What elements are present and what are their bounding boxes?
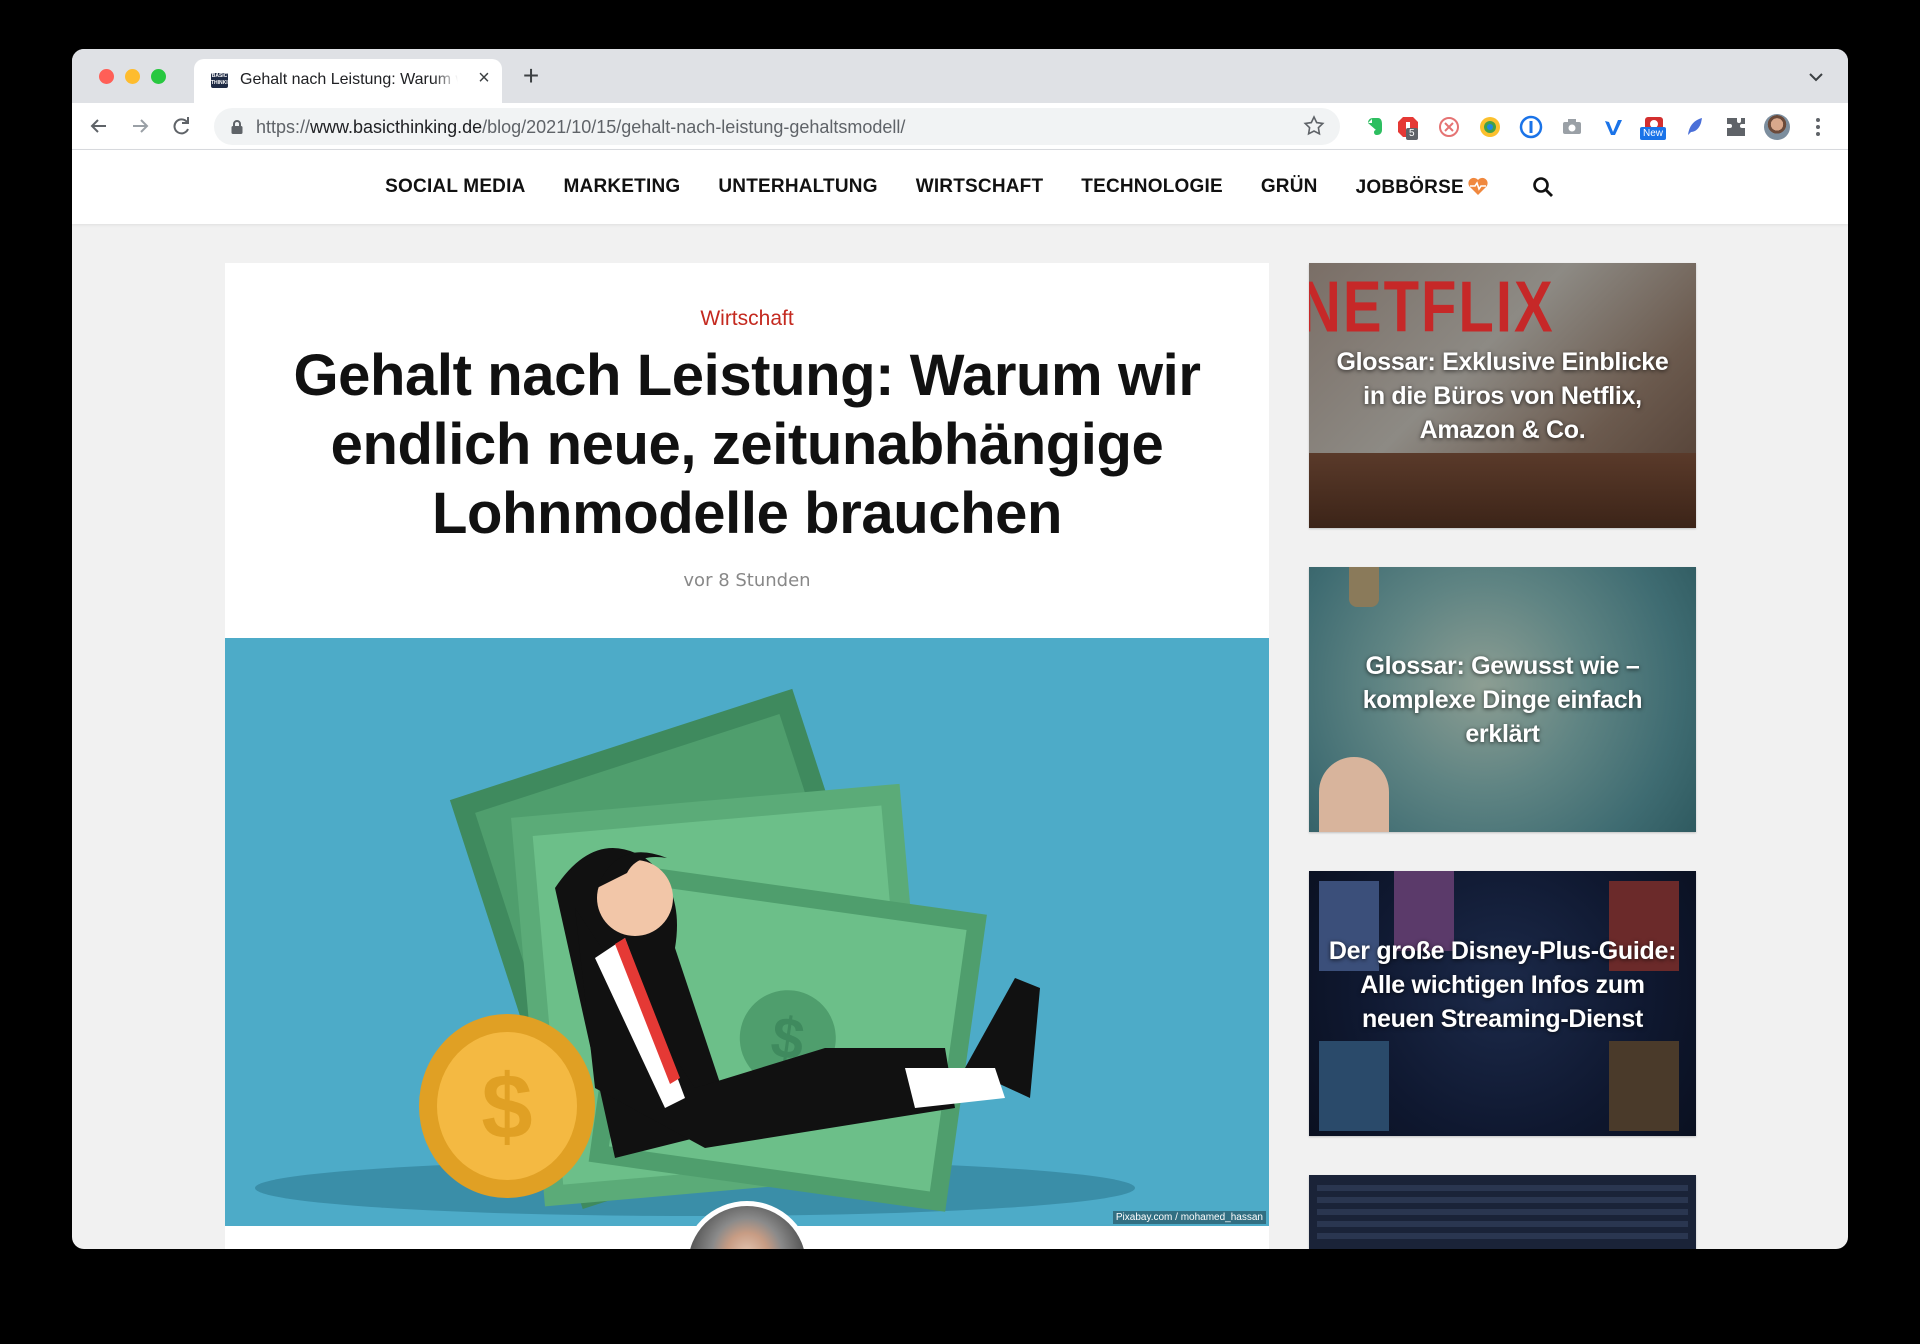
hero-illustration: $ $ [255, 688, 1135, 1216]
lock-icon[interactable] [230, 119, 244, 135]
poster-tile [1609, 1041, 1679, 1131]
url-path: /blog/2021/10/15/gehalt-nach-leistung-ge… [482, 117, 906, 137]
image-credit: Pixabay.com / mohamed_hassan [1112, 1211, 1266, 1224]
vimeo-icon[interactable] [1600, 114, 1626, 140]
tab-strip: BASIC THINKING Gehalt nach Leistung: War… [72, 49, 1848, 103]
address-bar[interactable]: https://www.basicthinking.de/blog/2021/1… [214, 108, 1340, 145]
reception-desk [1309, 453, 1696, 528]
chrome-extension-icon[interactable] [1477, 114, 1503, 140]
url-text: https://www.basicthinking.de/blog/2021/1… [256, 117, 905, 138]
sidebar-card-title: Glossar: Gewusst wie – komplexe Dinge ei… [1362, 652, 1643, 748]
nav-wirtschaft[interactable]: WIRTSCHAFT [916, 176, 1044, 198]
heart-pulse-icon [1468, 177, 1488, 195]
hand-shape [1319, 757, 1389, 832]
extension-icon-pinned[interactable] [1436, 114, 1462, 140]
new-badge: New [1640, 127, 1667, 140]
tab-search-chevron-icon[interactable] [1804, 65, 1828, 89]
main-navigation: SOCIAL MEDIA MARKETING UNTERHALTUNG WIRT… [72, 150, 1848, 224]
sidebar-card-departures[interactable] [1309, 1175, 1696, 1249]
adblock-icon[interactable]: 5 [1395, 114, 1421, 140]
nav-technologie[interactable]: TECHNOLOGIE [1081, 176, 1223, 198]
browser-window: BASIC THINKING Gehalt nach Leistung: War… [72, 49, 1848, 1249]
url-host: www.basicthinking.de [310, 117, 483, 137]
forward-icon[interactable] [125, 111, 155, 141]
lightbulb-socket [1349, 567, 1379, 607]
close-window-button[interactable] [99, 69, 114, 84]
tab-close-icon[interactable]: × [473, 67, 495, 89]
adblock-badge: 5 [1406, 128, 1418, 140]
nav-marketing[interactable]: MARKETING [564, 176, 681, 198]
profile-avatar[interactable] [1764, 114, 1790, 140]
nav-gruen[interactable]: GRÜN [1261, 176, 1318, 198]
new-extension-icon[interactable]: New [1640, 114, 1667, 140]
minimize-window-button[interactable] [125, 69, 140, 84]
sidebar-card-title: Glossar: Exklusive Einblicke in die Büro… [1336, 348, 1669, 444]
svg-text:$: $ [481, 1056, 532, 1158]
tab-active[interactable]: BASIC THINKING Gehalt nach Leistung: War… [194, 59, 502, 103]
feather-icon[interactable] [1682, 114, 1708, 140]
poster-tile [1319, 1041, 1389, 1131]
new-tab-button[interactable]: + [517, 62, 545, 91]
article-headline: Gehalt nach Leistung: Warum wir endlich … [293, 343, 1201, 546]
extensions-icon[interactable] [1723, 114, 1749, 140]
sidebar-card-netflix[interactable]: NETFLIX Glossar: Exklusive Einblicke in … [1309, 263, 1696, 528]
article-category[interactable]: Wirtschaft [225, 307, 1269, 331]
sidebar-card-title: Der große Disney-Plus-Guide: Alle wichti… [1328, 937, 1677, 1033]
nav-jobboerse[interactable]: JOBBÖRSE [1356, 176, 1489, 199]
departure-board [1317, 1185, 1688, 1245]
article-card: Wirtschaft Gehalt nach Leistung: Warum w… [225, 263, 1269, 1249]
sidebar-card-disney[interactable]: Der große Disney-Plus-Guide: Alle wichti… [1309, 871, 1696, 1136]
netflix-logo-text: NETFLIX [1309, 266, 1555, 348]
reload-icon[interactable] [166, 111, 196, 141]
nav-unterhaltung[interactable]: UNTERHALTUNG [718, 176, 877, 198]
menu-icon[interactable] [1805, 114, 1831, 140]
article-hero-image: $ $ Pixabay.com / mohamed_hassan [225, 638, 1269, 1226]
favicon-text: BASIC THINKING [211, 73, 228, 86]
onepassword-icon[interactable] [1518, 114, 1544, 140]
nav-jobboerse-label: JOBBÖRSE [1355, 176, 1464, 198]
evernote-icon[interactable] [1362, 114, 1388, 140]
sidebar-card-glossar[interactable]: Glossar: Gewusst wie – komplexe Dinge ei… [1309, 567, 1696, 832]
favicon-icon: BASIC THINKING [211, 73, 228, 88]
star-icon[interactable] [1302, 114, 1326, 138]
site-header: SOCIAL MEDIA MARKETING UNTERHALTUNG WIRT… [72, 150, 1848, 224]
maximize-window-button[interactable] [151, 69, 166, 84]
browser-toolbar: https://www.basicthinking.de/blog/2021/1… [72, 103, 1848, 150]
back-icon[interactable] [84, 111, 114, 141]
url-prefix: https:// [256, 117, 311, 137]
nav-social-media[interactable]: SOCIAL MEDIA [385, 176, 525, 198]
article-date: vor 8 Stunden [683, 570, 811, 591]
camera-icon[interactable] [1559, 114, 1585, 140]
tab-title: Gehalt nach Leistung: Warum wir endlich … [240, 71, 458, 89]
search-icon[interactable] [1532, 176, 1554, 198]
